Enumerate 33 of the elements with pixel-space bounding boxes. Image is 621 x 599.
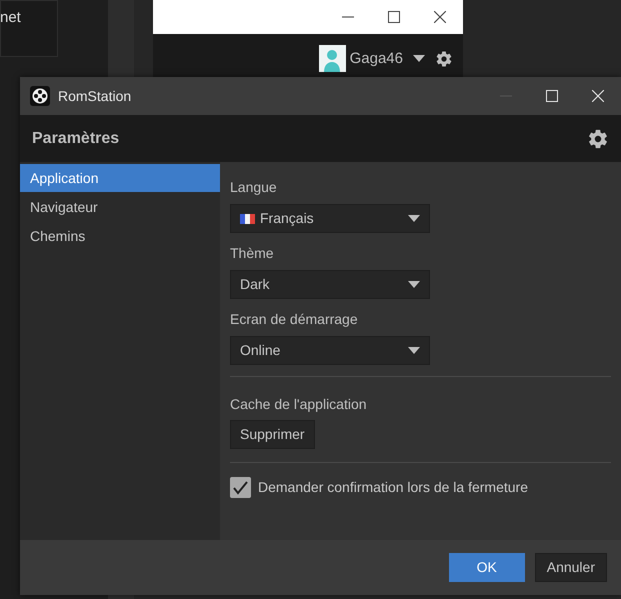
- maximize-icon: [388, 11, 400, 23]
- minimize-icon: [342, 16, 354, 18]
- maximize-icon: [546, 90, 558, 102]
- checkbox-label: Demander confirmation lors de la fermeture: [258, 478, 528, 497]
- caret-icon: [413, 55, 425, 62]
- field-label: Ecran de démarrage: [230, 310, 359, 329]
- field-label: Thème: [230, 244, 275, 263]
- sidebar-item[interactable]: Navigateur: [20, 193, 220, 221]
- close-icon: [592, 90, 604, 102]
- field-label: Langue: [230, 178, 278, 197]
- caret-icon: [408, 347, 420, 354]
- cancel-button[interactable]: Annuler: [534, 553, 607, 582]
- caret-icon: [408, 281, 420, 288]
- checkbox[interactable]: [230, 477, 251, 498]
- dropdown[interactable]: Dark: [230, 270, 430, 299]
- dropdown[interactable]: Online: [230, 336, 430, 365]
- window-title: RomStation: [58, 86, 132, 106]
- card-title: net: [0, 8, 22, 28]
- ok-button[interactable]: OK: [448, 553, 525, 582]
- settings-icon[interactable]: [435, 50, 453, 68]
- clear-cache-button[interactable]: Supprimer: [230, 420, 315, 449]
- sidebar-item[interactable]: Application: [20, 164, 220, 192]
- dropdown[interactable]: Français: [230, 204, 430, 233]
- avatar-icon: [318, 45, 346, 72]
- username[interactable]: Gaga46: [350, 45, 403, 72]
- app-logo-icon: [30, 86, 50, 106]
- close-icon: [434, 11, 446, 23]
- settings-icon[interactable]: [587, 128, 609, 150]
- page-title: Paramètres: [32, 128, 120, 148]
- caret-icon: [408, 215, 420, 222]
- section-label: Cache de l'application: [230, 395, 367, 414]
- checkmark-icon: [233, 480, 248, 494]
- sidebar-item[interactable]: Chemins: [20, 222, 220, 250]
